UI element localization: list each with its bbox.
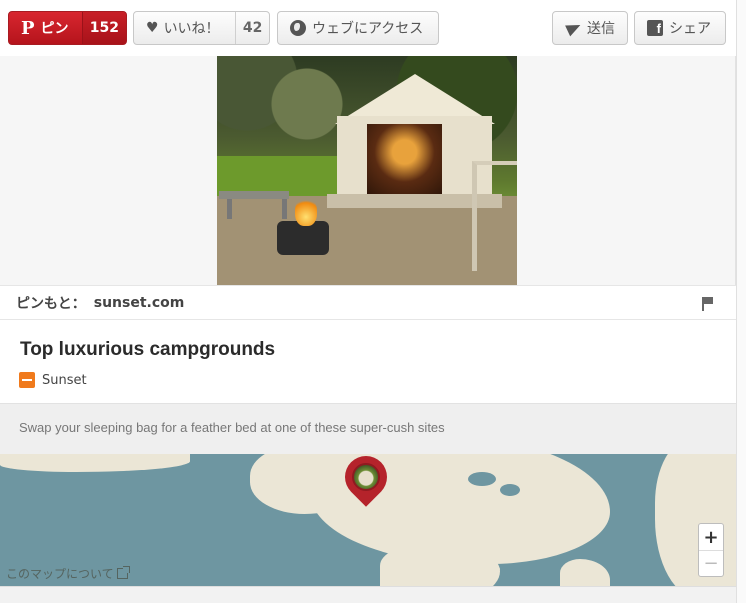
paper-plane-icon — [565, 19, 583, 37]
pin-title[interactable]: Top luxurious campgrounds — [20, 339, 275, 361]
visit-site-button[interactable]: ウェブにアクセス — [277, 11, 439, 45]
pin-image-container — [0, 56, 736, 285]
pinterest-logo-icon: P — [21, 17, 35, 39]
bottom-strip — [0, 586, 746, 603]
map-land — [0, 454, 190, 472]
map-zoom-control: + − — [698, 523, 724, 577]
action-bar: P ピン 152 ♥ いいね！ 42 ウェブにアクセス 送信 f シェア — [0, 0, 736, 56]
share-label: シェア — [669, 21, 711, 37]
pin-image[interactable] — [217, 56, 517, 285]
map-land-south-america — [560, 559, 610, 586]
sunset-favicon-icon — [19, 372, 35, 388]
send-label: 送信 — [587, 21, 615, 37]
pinned-from-label: ピンもと： — [16, 295, 86, 312]
zoom-in-button[interactable]: + — [699, 524, 723, 550]
about-map-label: このマップについて — [6, 567, 114, 581]
visit-site-label: ウェブにアクセス — [312, 21, 424, 37]
pin-it-button[interactable]: P ピン 152 — [8, 11, 127, 45]
report-flag-icon[interactable] — [702, 297, 713, 311]
about-map-link[interactable]: このマップについて — [6, 565, 130, 582]
pinned-from-row: ピンもと： sunset.com — [0, 285, 736, 320]
like-main[interactable]: ♥ いいね！ — [134, 12, 235, 44]
place-map[interactable]: このマップについて + − — [0, 454, 736, 586]
map-pin-thumbnail — [352, 463, 380, 491]
map-location-pin[interactable] — [336, 454, 396, 510]
pin-it-main[interactable]: P ピン — [9, 12, 82, 44]
share-button[interactable]: f シェア — [634, 11, 726, 45]
map-lake — [468, 472, 496, 486]
source-domain-link[interactable]: sunset.com — [94, 295, 185, 311]
pin-description: Swap your sleeping bag for a feather bed… — [0, 403, 736, 454]
facebook-icon: f — [647, 20, 663, 36]
image-flame — [295, 196, 317, 226]
map-land-cuba — [460, 562, 500, 576]
image-picnic-table — [219, 191, 289, 199]
image-tent-opening — [367, 124, 442, 194]
heart-icon: ♥ — [146, 20, 159, 36]
globe-icon — [290, 20, 306, 36]
pin-count: 152 — [81, 12, 126, 44]
external-link-icon — [116, 566, 130, 579]
map-lake — [500, 484, 520, 496]
image-fire-pit — [277, 221, 329, 255]
scrollbar-track[interactable] — [736, 0, 746, 603]
send-button[interactable]: 送信 — [552, 11, 628, 45]
provider-name: Sunset — [42, 372, 87, 388]
image-rail — [472, 161, 517, 271]
provider-link[interactable]: Sunset — [19, 372, 87, 388]
pin-details: Top luxurious campgrounds Sunset — [0, 320, 736, 403]
image-picnic-table-legs — [227, 199, 287, 219]
zoom-out-button[interactable]: − — [699, 550, 723, 576]
like-count: 42 — [235, 12, 269, 44]
like-label: いいね！ — [163, 21, 220, 37]
pin-it-label: ピン — [40, 21, 69, 37]
like-button[interactable]: ♥ いいね！ 42 — [133, 11, 270, 45]
